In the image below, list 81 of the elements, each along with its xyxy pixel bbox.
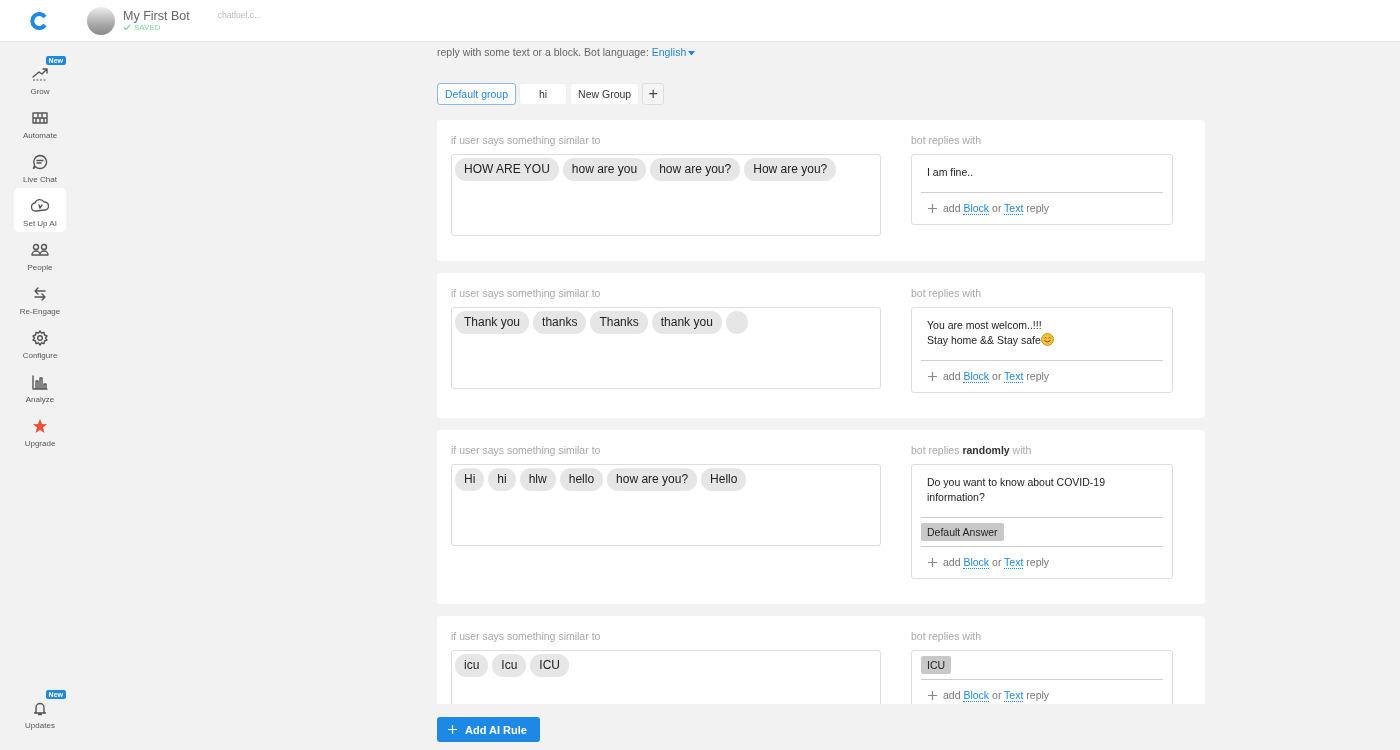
block-chip[interactable]: ICU <box>921 656 952 674</box>
cloud-icon <box>31 198 49 214</box>
people-icon <box>31 243 49 257</box>
caret-icon <box>688 51 696 56</box>
nav-item[interactable]: Configure <box>14 320 66 364</box>
nav-item[interactable]: People <box>14 232 66 276</box>
phrase-chip[interactable]: hlw <box>519 468 556 491</box>
phrase-chip[interactable]: hello <box>559 468 604 491</box>
group-tab[interactable]: New Group <box>570 83 640 105</box>
block-chip[interactable]: Default Answer <box>921 523 1004 541</box>
reply-label: bot replies with <box>911 630 983 642</box>
phrase-chip[interactable]: thanks <box>533 311 587 334</box>
block-link[interactable]: Block <box>963 370 990 383</box>
add-rule-button[interactable]: Add AI Rule <box>437 717 540 742</box>
check-icon <box>123 24 131 31</box>
phrase-chip[interactable]: Thank you <box>455 311 530 334</box>
plus-icon <box>447 724 458 735</box>
plus-icon <box>927 370 938 382</box>
star-icon <box>32 418 48 434</box>
saved-status: SAVED <box>134 23 161 32</box>
phrases-field[interactable]: Thank you thanks Thanks thank you <box>451 307 881 389</box>
add-reply-text: add Block or Text reply <box>943 689 1050 701</box>
phrase-chip[interactable]: thank you <box>651 311 722 334</box>
avatar <box>87 6 115 35</box>
reply-label: bot replies with <box>911 134 983 146</box>
text-link[interactable]: Text <box>1004 370 1024 383</box>
bell-icon <box>33 700 47 716</box>
plus-icon <box>927 556 938 568</box>
text-link[interactable]: Text <box>1004 556 1024 569</box>
text-link[interactable]: Text <box>1004 689 1024 702</box>
nav-item[interactable]: Re-Engage <box>14 276 66 320</box>
intro-text: reply with some text or a block. Bot language: English <box>437 42 1205 58</box>
condition-label: if user says something similar to <box>451 287 602 299</box>
smiley-icon <box>1040 333 1054 346</box>
nav-item[interactable]: Upgrade <box>14 408 66 452</box>
plus-icon <box>927 689 938 701</box>
nav-item[interactable]: Automate <box>14 100 66 144</box>
nav-item[interactable]: Set Up AI <box>14 188 66 232</box>
condition-label: if user says something similar to <box>451 630 602 642</box>
group-tab[interactable]: Default group <box>437 83 517 105</box>
chat-bubble-icon <box>32 154 48 170</box>
nav-item[interactable]: Live Chat <box>14 144 66 188</box>
phrases-field[interactable]: HOW ARE YOU how are you how are you? How are you? <box>451 154 881 236</box>
block-link[interactable]: Block <box>963 689 990 702</box>
phrase-chip[interactable]: ICU <box>530 654 570 677</box>
phrase-chip[interactable]: Hi <box>455 468 485 491</box>
reply-text[interactable]: Do you want to know about COVID-19 information? <box>927 475 1149 505</box>
phrase-chip[interactable]: How are you? <box>744 158 837 181</box>
phrase-chip[interactable]: Hello <box>701 468 747 491</box>
swap-arrows-icon <box>33 286 47 302</box>
reply-text[interactable]: You are most welcom..!!! Stay home && Stay safe <box>927 318 1054 348</box>
phrase-chip[interactable]: HOW ARE YOU <box>455 158 559 181</box>
reply-label: bot replies with <box>911 287 983 299</box>
condition-label: if user says something similar to <box>451 444 602 456</box>
bar-chart-icon <box>32 374 48 390</box>
condition-label: if user says something similar to <box>451 134 602 146</box>
bot-name: My First Bot <box>123 9 190 23</box>
phrase-chip[interactable]: Thanks <box>590 311 648 334</box>
group-tab[interactable]: hi <box>519 83 568 105</box>
block-link[interactable]: Block <box>963 556 990 569</box>
nav-item[interactable]: Analyze <box>14 364 66 408</box>
add-group-button[interactable]: + <box>642 83 665 105</box>
settings-icon <box>32 330 48 346</box>
add-reply-text: add Block or Text reply <box>943 556 1050 568</box>
bricks-icon <box>31 111 49 125</box>
phrase-chip[interactable]: Icu <box>492 654 527 677</box>
text-link[interactable]: Text <box>1004 202 1024 215</box>
reply-label: bot replies randomly with <box>911 444 1033 456</box>
add-reply-text: add Block or Text reply <box>943 370 1050 382</box>
phrase-chip[interactable]: hi <box>488 468 516 491</box>
trend-up-icon <box>31 66 49 82</box>
add-reply-text: add Block or Text reply <box>943 202 1050 214</box>
phrases-field[interactable]: Hi hi hlw hello how are you? Hello <box>451 464 881 546</box>
reply-text[interactable]: I am fine.. <box>927 165 974 180</box>
block-link[interactable]: Block <box>963 202 990 215</box>
phrase-chip[interactable]: how are you <box>562 158 647 181</box>
phrase-chip[interactable]: icu <box>455 654 489 677</box>
plus-icon <box>927 202 938 214</box>
logo-icon[interactable] <box>30 11 48 30</box>
phrase-chip[interactable]: how are you? <box>607 468 698 491</box>
phrase-chip[interactable]: how are you? <box>650 158 741 181</box>
